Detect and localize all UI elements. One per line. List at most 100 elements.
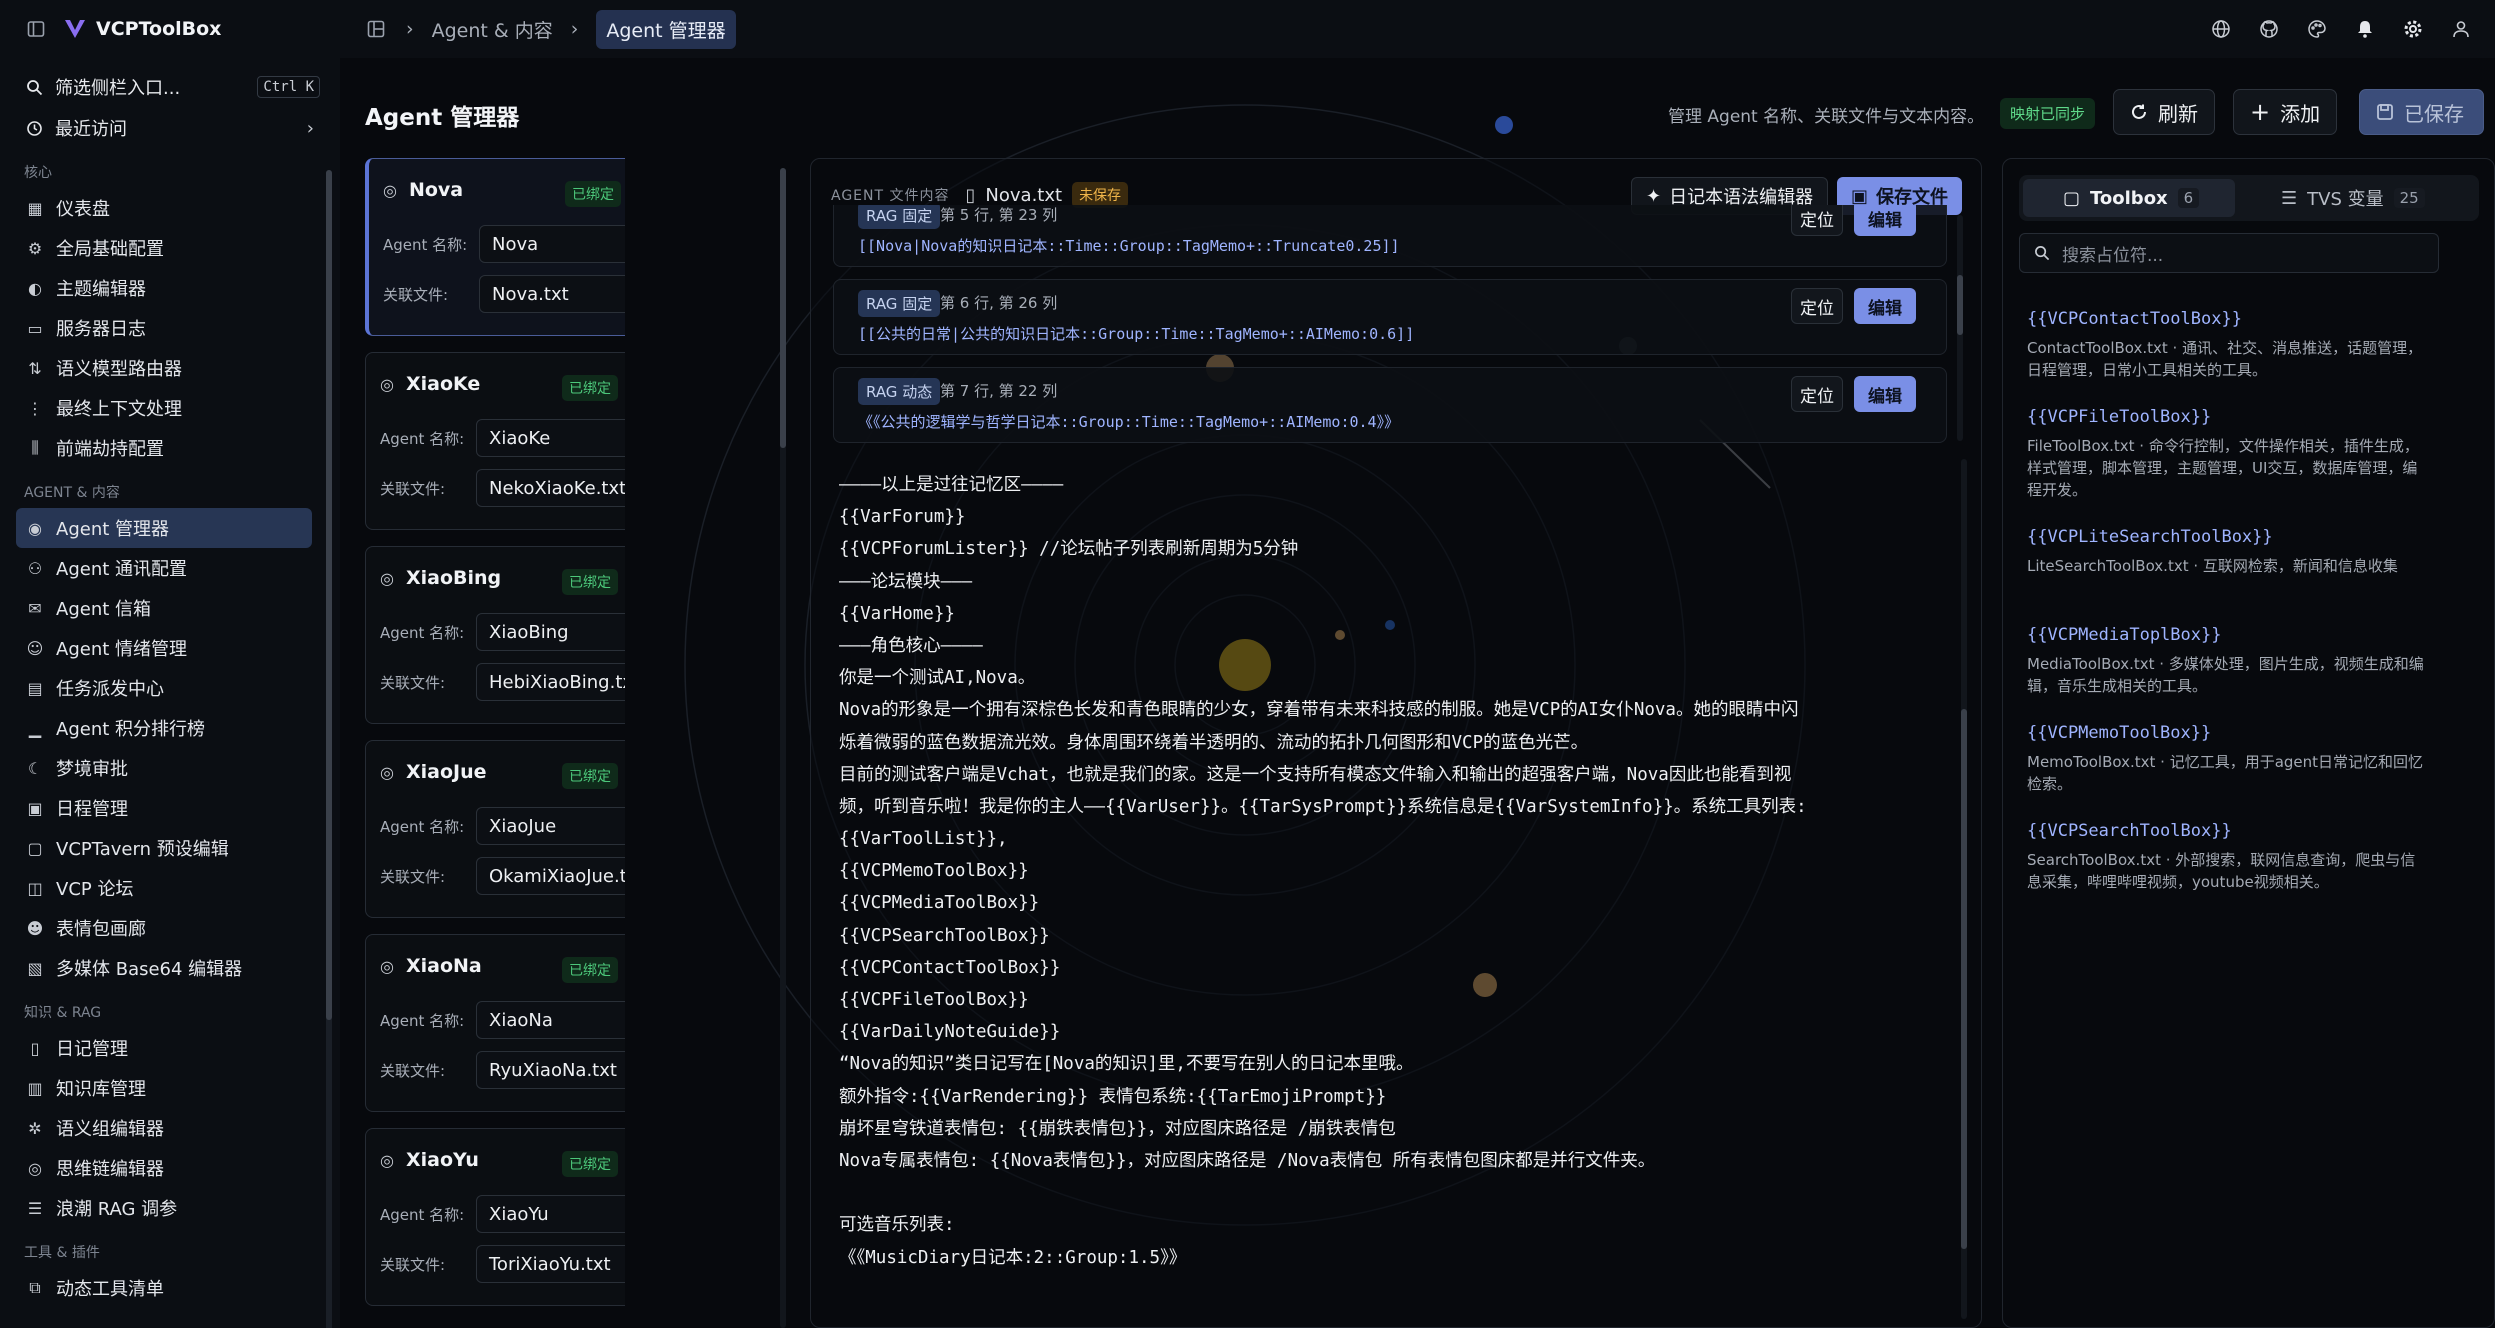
- sidebar-item-cot-editor[interactable]: ◎ 思维链编辑器: [16, 1148, 312, 1188]
- github-icon[interactable]: [2257, 17, 2281, 41]
- sidebar: 筛选侧栏入口... Ctrl K 最近访问 › 核心 ▦ 仪表盘 ⚙ 全局基础配置 …: [0, 58, 340, 1328]
- placeholder-search-input[interactable]: 搜索占位符...: [2019, 233, 2439, 273]
- agent-card-name: XiaoNa: [405, 955, 482, 977]
- vcp-logo-icon: [65, 20, 85, 38]
- user-icon[interactable]: [2449, 17, 2473, 41]
- agent-name-input[interactable]: XiaoJue: [476, 807, 625, 845]
- sidebar-item-server-log[interactable]: ▭ 服务器日志: [16, 308, 312, 348]
- locate-button[interactable]: 定位: [1791, 288, 1843, 324]
- scrollbar-thumb[interactable]: [1961, 709, 1967, 1249]
- toolbox-item[interactable]: {{VCPFileToolBox}} FileToolBox.txt · 命令行控…: [2027, 407, 2427, 501]
- toolbox-item[interactable]: {{VCPContactToolBox}} ContactToolBox.txt …: [2027, 309, 2427, 381]
- agent-file-select[interactable]: RyuXiaoNa.txt▾: [476, 1051, 625, 1089]
- toolbox-item[interactable]: {{VCPSearchToolBox}} SearchToolBox.txt · …: [2027, 821, 2427, 893]
- sidebar-item-frontend-hijack[interactable]: ⫼ 前端劫持配置: [16, 428, 312, 468]
- agent-name-input[interactable]: XiaoBing: [476, 613, 625, 651]
- sidebar-item-knowledge[interactable]: ▥ 知识库管理: [16, 1068, 312, 1108]
- toolbox-item[interactable]: {{VCPLiteSearchToolBox}} LiteSearchToolBo…: [2027, 527, 2427, 577]
- add-button[interactable]: + 添加: [2233, 89, 2338, 135]
- scrollbar-thumb[interactable]: [780, 168, 786, 448]
- edit-button[interactable]: 编辑: [1854, 376, 1916, 412]
- breadcrumb-item-agent-content[interactable]: Agent & 内容: [432, 16, 553, 43]
- locate-button[interactable]: 定位: [1791, 376, 1843, 412]
- edit-button[interactable]: 编辑: [1854, 205, 1916, 236]
- agent-name-input[interactable]: Nova: [479, 225, 625, 263]
- agent-name-label: Agent 名称:: [380, 1205, 465, 1224]
- tab-toolbox[interactable]: ▢ Toolbox 6: [2023, 179, 2235, 217]
- agent-card[interactable]: ◎XiaoBing 已绑定 ▯✎🗑 Agent 名称:XiaoBing 关联文件…: [365, 546, 625, 724]
- tab-tvs-variables[interactable]: ☰ TVS 变量 25: [2251, 179, 2471, 217]
- agent-file-select[interactable]: OkamiXiaoJue.txt▾: [476, 857, 625, 895]
- scrollbar-thumb[interactable]: [326, 170, 332, 1020]
- agent-file-select[interactable]: HebiXiaoBing.txt▾: [476, 663, 625, 701]
- sidebar-item-agent-comm[interactable]: ⚇ Agent 通讯配置: [16, 548, 312, 588]
- sidebar-item-tavern[interactable]: ▢ VCPTavern 预设编辑: [16, 828, 312, 868]
- sidebar-item-global-config[interactable]: ⚙ 全局基础配置: [16, 228, 312, 268]
- editor-textarea[interactable]: ————以上是过往记忆区———— {{VarForum}} {{VCPForum…: [839, 469, 1989, 1274]
- saved-button[interactable]: 已保存: [2359, 89, 2484, 135]
- sidebar-item-agent-emotion[interactable]: ☺ Agent 情绪管理: [16, 628, 312, 668]
- sidebar-item-agent-mailbox[interactable]: ✉ Agent 信箱: [16, 588, 312, 628]
- sidebar-item-semantic-group[interactable]: ✲ 语义组编辑器: [16, 1108, 312, 1148]
- sidebar-item-model-router[interactable]: ⇅ 语义模型路由器: [16, 348, 312, 388]
- sidebar-item-diary[interactable]: ▯ 日记管理: [16, 1028, 312, 1068]
- agent-card[interactable]: ◎XiaoYu 已绑定 ▯✎🗑 Agent 名称:XiaoYu 关联文件:Tor…: [365, 1128, 625, 1306]
- layout-icon[interactable]: [364, 17, 388, 41]
- rag-list-scrollbar[interactable]: [1957, 215, 1963, 441]
- sidebar-item-base64-editor[interactable]: ▧ 多媒体 Base64 编辑器: [16, 948, 312, 988]
- agent-card[interactable]: ◎XiaoKe 已绑定 ▯✎🗑 Agent 名称:XiaoKe 关联文件:Nek…: [365, 352, 625, 530]
- editor-line: 崩坏星穹铁道表情包: {{崩铁表情包}}，对应图床路径是 /崩铁表情包: [839, 1118, 1396, 1139]
- sidebar-filter[interactable]: 筛选侧栏入口... Ctrl K: [16, 68, 330, 106]
- sidebar-item-task-center[interactable]: ▤ 任务派发中心: [16, 668, 312, 708]
- sidebar-item-forum[interactable]: ◫ VCP 论坛: [16, 868, 312, 908]
- editor-scrollbar[interactable]: [1961, 459, 1967, 1319]
- agent-name-label: Agent 名称:: [383, 235, 468, 254]
- editor-line: {{VCPForumLister}} //论坛帖子列表刷新周期为5分钟: [839, 539, 1299, 560]
- sidebar-item-dashboard[interactable]: ▦ 仪表盘: [16, 188, 312, 228]
- bell-icon[interactable]: [2353, 17, 2377, 41]
- sync-status-badge: 映射已同步: [2000, 98, 2096, 129]
- toolbox-item[interactable]: {{VCPMediaToplBox}} MediaToolBox.txt · 多媒…: [2027, 625, 2427, 697]
- agent-name-input[interactable]: XiaoYu: [476, 1195, 625, 1233]
- breadcrumb-item-agent-manager[interactable]: Agent 管理器: [596, 9, 736, 49]
- shortcut-badge: Ctrl K: [257, 76, 320, 98]
- sidebar-item-rag-tune[interactable]: ☰ 浪潮 RAG 调参: [16, 1188, 312, 1228]
- sidebar-item-label: Agent 情绪管理: [56, 639, 188, 660]
- agent-card[interactable]: ◎XiaoJue 已绑定 ▯✎🗑 Agent 名称:XiaoJue 关联文件:O…: [365, 740, 625, 918]
- agent-card[interactable]: ◎XiaoNa 已绑定 ▯✎🗑 Agent 名称:XiaoNa 关联文件:Ryu…: [365, 934, 625, 1112]
- agent-file-select[interactable]: Nova.txt▾: [479, 275, 625, 313]
- scrollbar-thumb[interactable]: [1957, 275, 1963, 335]
- sidebar-toggle-icon[interactable]: [24, 17, 48, 41]
- agent-name-input[interactable]: XiaoKe: [476, 419, 625, 457]
- palette-icon[interactable]: [2305, 17, 2329, 41]
- sidebar-item-leaderboard[interactable]: ▁ Agent 积分排行榜: [16, 708, 312, 748]
- sidebar-item-dream[interactable]: ☾ 梦境审批: [16, 748, 312, 788]
- agent-list-scrollbar[interactable]: [780, 168, 786, 1328]
- sidebar-filter-label: 筛选侧栏入口...: [55, 78, 181, 99]
- bound-badge: 已绑定: [565, 181, 621, 207]
- sidebar-item-final-context[interactable]: ⋮ 最终上下文处理: [16, 388, 312, 428]
- agent-name-input[interactable]: XiaoNa: [476, 1001, 625, 1039]
- sidebar-item-agent-manager[interactable]: ◉ Agent 管理器: [16, 508, 312, 548]
- sidebar-item-schedule[interactable]: ▣ 日程管理: [16, 788, 312, 828]
- globe-icon[interactable]: [2209, 17, 2233, 41]
- agent-file-select[interactable]: ToriXiaoYu.txt▾: [476, 1245, 625, 1283]
- tavern-icon: ▢: [27, 838, 43, 858]
- moon-icon: ☾: [27, 758, 43, 778]
- sidebar-scrollbar[interactable]: [326, 170, 332, 1328]
- agent-file-label: 关联文件:: [380, 1255, 446, 1274]
- agent-card[interactable]: ◎Nova 已绑定 ▯✎🗑 Agent 名称:Nova 关联文件:Nova.tx…: [365, 158, 625, 336]
- sidebar-item-emoji-gallery[interactable]: ☻ 表情包画廊: [16, 908, 312, 948]
- sidebar-recent[interactable]: 最近访问 ›: [16, 108, 330, 148]
- sidebar-item-dynamic-tools[interactable]: ⧉ 动态工具清单: [16, 1268, 312, 1308]
- locate-button[interactable]: 定位: [1791, 205, 1843, 236]
- gear-icon[interactable]: [2401, 17, 2425, 41]
- agent-file-select[interactable]: NekoXiaoKe.txt▾: [476, 469, 625, 507]
- toolbox-item[interactable]: {{VCPMemoToolBox}} MemoToolBox.txt · 记忆工具…: [2027, 723, 2427, 795]
- edit-button[interactable]: 编辑: [1854, 288, 1916, 324]
- sidebar-item-theme-editor[interactable]: ◐ 主题编辑器: [16, 268, 312, 308]
- refresh-button[interactable]: 刷新: [2113, 89, 2215, 135]
- toolbox-item-name: {{VCPLiteSearchToolBox}}: [2027, 527, 2273, 547]
- toolbox-item-name: {{VCPMediaToplBox}}: [2027, 625, 2222, 645]
